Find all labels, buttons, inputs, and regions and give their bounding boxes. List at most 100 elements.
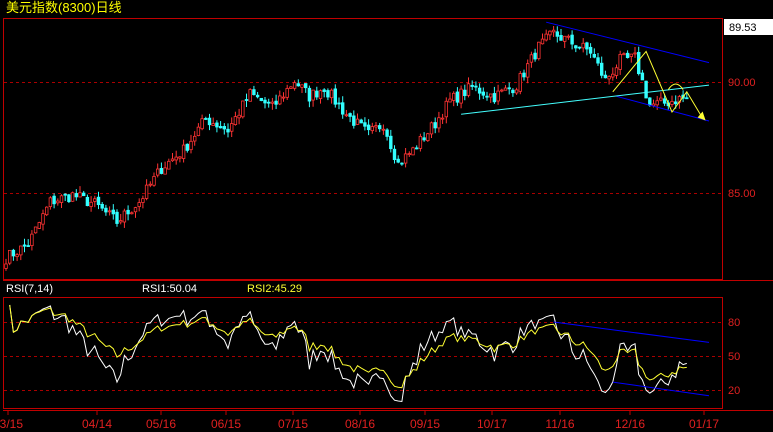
candle-body [163, 167, 167, 175]
candle [344, 109, 349, 118]
candle [463, 84, 467, 101]
candle-body [155, 168, 160, 176]
candle [41, 209, 45, 231]
candle-body [104, 207, 108, 213]
candle-body [355, 118, 360, 125]
x-tick-label: 03/15 [0, 417, 23, 431]
rsi-tick-20: 20 [728, 385, 740, 397]
candle [559, 29, 563, 41]
candle-body [63, 193, 67, 196]
candle-body [403, 153, 408, 164]
rsi-tick-50: 50 [728, 351, 740, 363]
candle-body [674, 101, 678, 105]
candle [170, 152, 175, 162]
candle-body [533, 52, 537, 60]
candle [403, 147, 408, 168]
candle [507, 82, 511, 95]
candle-body [451, 92, 456, 101]
candle [137, 198, 141, 212]
candle [148, 181, 152, 188]
candle-body [611, 73, 615, 78]
candle-body [581, 42, 585, 49]
rsi1-line [9, 304, 687, 403]
candle [522, 69, 526, 81]
candle [370, 122, 374, 134]
candle [19, 245, 23, 261]
candle [26, 239, 30, 247]
candle [93, 195, 97, 208]
candle [459, 85, 463, 109]
candle-body [303, 83, 308, 89]
rsi-tick-80: 80 [728, 317, 740, 329]
candle [133, 206, 138, 218]
candle [289, 86, 293, 89]
candle [340, 96, 345, 119]
candle [45, 206, 49, 217]
candle [455, 87, 460, 106]
candle-body [26, 245, 30, 247]
candle [30, 230, 34, 251]
candle [333, 84, 337, 108]
candle-body [152, 176, 156, 186]
candle [270, 97, 275, 110]
candle-body [396, 158, 400, 163]
candle [407, 151, 411, 157]
rsi-panel-border [3, 297, 723, 409]
candle-body [19, 245, 23, 256]
candle-body [633, 52, 637, 55]
candle [470, 80, 474, 90]
candle [329, 88, 334, 104]
candle-body [466, 83, 471, 96]
x-tick-label: 12/16 [615, 417, 645, 431]
candle [189, 134, 193, 154]
x-tick-label: 08/16 [345, 417, 375, 431]
candle-body [181, 144, 186, 159]
candle [119, 214, 123, 225]
candle [281, 92, 286, 102]
candle [581, 38, 585, 53]
candle [263, 96, 267, 109]
candle-body [252, 89, 256, 96]
candle-body [470, 84, 474, 87]
x-tick-label: 09/15 [410, 417, 440, 431]
candle-body [448, 98, 452, 103]
candle-body [204, 118, 208, 120]
candle [444, 97, 448, 124]
x-tick-label: 07/15 [278, 417, 308, 431]
candle-body [526, 63, 530, 78]
x-tick-label: 11/16 [545, 417, 574, 431]
candle-body [596, 57, 600, 64]
candle-body [130, 212, 134, 215]
candle-body [566, 35, 571, 38]
candle-body [496, 90, 500, 102]
candle-body [366, 124, 371, 131]
candle-body [82, 192, 86, 197]
candle-body [548, 30, 552, 36]
candle [363, 117, 367, 131]
candle-body [477, 87, 482, 94]
candle-body [529, 54, 534, 63]
candle-body [85, 196, 90, 207]
candle [152, 172, 156, 187]
candle [255, 91, 260, 99]
candle [237, 108, 241, 125]
candle [192, 131, 197, 146]
candle [618, 50, 622, 75]
candle [285, 84, 289, 100]
candle-body [263, 99, 267, 104]
candle [100, 202, 104, 211]
candle [104, 204, 108, 216]
candle [481, 87, 485, 100]
candle [89, 196, 93, 212]
candle [448, 92, 452, 103]
candle [229, 117, 234, 138]
candle-body [426, 133, 430, 141]
candle [555, 26, 559, 43]
candle [607, 75, 611, 85]
candle [22, 238, 27, 253]
candle [222, 123, 226, 135]
candle-body [511, 89, 515, 94]
candle [174, 150, 178, 165]
candle [385, 128, 389, 141]
candle-body [100, 203, 104, 209]
